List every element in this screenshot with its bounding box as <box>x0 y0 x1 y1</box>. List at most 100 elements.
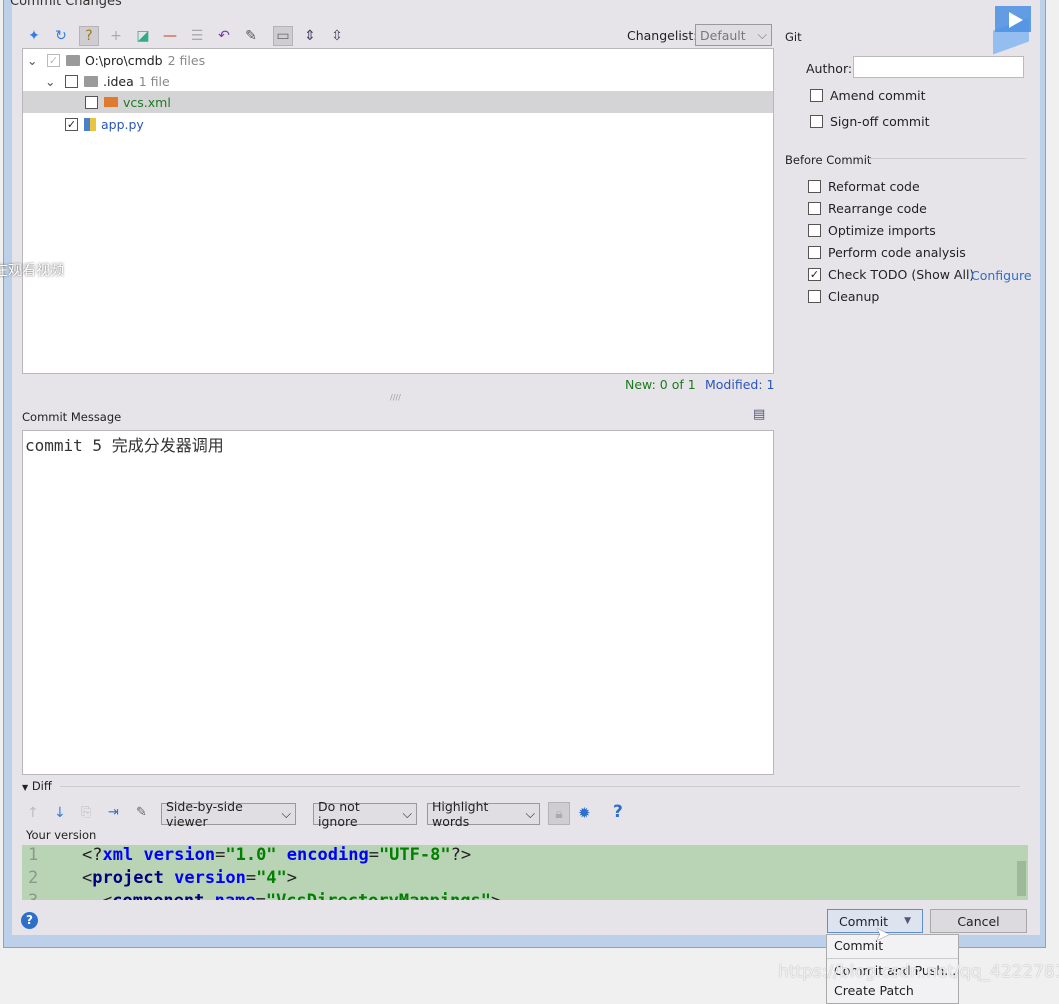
expand-all-icon[interactable]: ⇕ <box>300 26 320 46</box>
diff-icon[interactable]: ✦ <box>24 26 44 46</box>
splitter-handle[interactable]: //// <box>390 393 401 402</box>
lock-icon[interactable]: 🔒︎ <box>548 802 570 825</box>
optimize-imports-checkbox[interactable]: Optimize imports <box>808 223 936 238</box>
checkbox-label: Rearrange code <box>828 201 927 216</box>
checkbox-label: Amend commit <box>830 88 926 103</box>
divider <box>868 158 1026 159</box>
tree-item-label: app.py <box>101 116 144 132</box>
watermark: https://blog.csdn.net/qq_42227818 <box>778 962 1059 982</box>
tree-item-meta: 2 files <box>167 52 206 68</box>
tree-item-app-py[interactable]: ✓ app.py <box>23 113 773 135</box>
triangle-down-icon: ▼ <box>22 783 29 792</box>
changelist-label: Changelist: <box>627 28 698 43</box>
divider <box>827 958 958 959</box>
previous-difference-icon[interactable]: ↑ <box>27 805 39 821</box>
help-button[interactable]: ? <box>21 912 38 929</box>
python-file-icon <box>84 117 96 131</box>
edit-icon[interactable]: ✎ <box>136 805 147 820</box>
changes-tree[interactable]: ⌄ ✓ O:\pro\cmdb 2 files ⌄ .idea 1 file vcs.xm… <box>22 48 774 374</box>
checkbox[interactable]: ✓ <box>47 53 60 67</box>
help-icon[interactable]: ? <box>613 802 623 822</box>
rollback-icon[interactable]: ↶ <box>214 26 234 46</box>
checkbox-label: Cleanup <box>828 289 880 304</box>
diff-toggle[interactable]: ▼ Diff <box>22 779 52 793</box>
unversioned-files-icon[interactable]: ? <box>79 26 99 46</box>
checkbox[interactable]: ✓ <box>65 117 78 131</box>
add-icon[interactable]: + <box>106 26 126 46</box>
code-line: <project version="4"> <box>82 868 298 888</box>
checkbox <box>808 202 821 215</box>
cancel-button[interactable]: Cancel <box>930 909 1027 933</box>
checkbox-label: Check TODO (Show All) <box>828 267 975 282</box>
reformat-code-checkbox[interactable]: Reformat code <box>808 179 920 194</box>
diff-editor[interactable]: 1 2 3 <?xml version="1.0" encoding="UTF-… <box>22 845 1028 900</box>
chevron-down-icon: ⌄ <box>45 73 56 89</box>
edit-source-icon[interactable]: ✎ <box>241 26 261 46</box>
code-analysis-checkbox[interactable]: Perform code analysis <box>808 245 966 260</box>
commit-message-input[interactable]: commit 5 完成分发器调用 <box>22 430 774 775</box>
git-section-label: Git <box>785 30 802 44</box>
chevron-down-icon: ⌵ <box>402 806 412 821</box>
modified-count: Modified: 1 <box>705 377 775 392</box>
tree-item-vcs-xml[interactable]: vcs.xml <box>23 91 773 113</box>
checkbox <box>810 115 823 128</box>
cleanup-checkbox[interactable]: Cleanup <box>808 289 879 304</box>
next-difference-icon[interactable]: ↓ <box>54 805 66 821</box>
dropdown-arrow-icon: ▼ <box>904 916 912 926</box>
tree-item-root[interactable]: ⌄ ✓ O:\pro\cmdb 2 files <box>23 49 773 71</box>
check-todo-checkbox[interactable]: ✓ Check TODO (Show All) <box>808 267 974 282</box>
checkbox <box>808 224 821 237</box>
tree-item-label: vcs.xml <box>123 94 171 110</box>
before-commit-label: Before Commit <box>785 153 872 167</box>
author-label: Author: <box>806 61 853 76</box>
chevron-down-icon: ⌵ <box>525 806 535 821</box>
refresh-icon[interactable]: ↻ <box>51 26 71 46</box>
remove-icon[interactable]: — <box>160 26 180 46</box>
folder-icon <box>66 54 80 66</box>
jump-to-source-icon[interactable]: ⇥ <box>108 805 119 820</box>
viewer-select[interactable]: Side-by-side viewer ⌵ <box>161 799 296 829</box>
checkbox-label: Optimize imports <box>828 223 936 238</box>
scrollbar[interactable] <box>1017 861 1026 896</box>
line-number: 1 <box>28 845 39 865</box>
checkbox-label: Perform code analysis <box>828 245 966 260</box>
message-history-icon[interactable]: ▤ <box>753 407 765 422</box>
tree-item-idea[interactable]: ⌄ .idea 1 file <box>23 70 773 92</box>
checkbox-label: Sign-off commit <box>830 114 930 129</box>
changelist-select[interactable]: Default ⌵ <box>695 24 772 46</box>
collapse-all-icon[interactable]: ⇳ <box>327 26 347 46</box>
checkbox-label: Reformat code <box>828 179 920 194</box>
viewer-value: Side-by-side viewer <box>166 799 243 829</box>
chevron-down-icon: ⌵ <box>281 806 291 821</box>
rearrange-code-checkbox[interactable]: Rearrange code <box>808 201 927 216</box>
gear-icon[interactable]: ✹ <box>578 804 591 822</box>
signoff-commit-checkbox[interactable]: Sign-off commit <box>810 114 930 129</box>
compare-icon[interactable]: ⎘ <box>81 805 91 820</box>
menu-item-create-patch[interactable]: Create Patch <box>834 983 914 998</box>
checkbox[interactable] <box>85 95 98 109</box>
divider <box>60 786 1020 787</box>
group-icon[interactable]: ☰ <box>187 26 207 46</box>
checkbox: ✓ <box>808 268 821 281</box>
move-to-changelist-icon[interactable]: ◪ <box>133 26 153 46</box>
video-overlay-text: 在观看视频 <box>0 263 64 279</box>
show-folders-icon[interactable]: ▭ <box>273 26 293 46</box>
code-line: <?xml version="1.0" encoding="UTF-8"?> <box>82 845 472 865</box>
line-number: 3 <box>28 891 38 900</box>
code-line: <component name="VcsDirectoryMappings"> <box>102 891 501 900</box>
author-input[interactable] <box>853 56 1024 78</box>
xml-file-icon <box>104 97 118 107</box>
amend-commit-checkbox[interactable]: Amend commit <box>810 88 926 103</box>
configure-link[interactable]: Configure <box>971 268 1032 283</box>
highlight-select[interactable]: Highlight words ⌵ <box>427 799 540 829</box>
chevron-down-icon: ⌄ <box>27 52 38 68</box>
checkbox[interactable] <box>65 74 78 88</box>
checkbox <box>808 290 821 303</box>
highlight-value: Highlight words <box>432 799 489 829</box>
window-title: Commit Changes <box>10 0 122 9</box>
diff-label: Diff <box>31 779 52 793</box>
tree-item-label: .idea <box>103 73 134 89</box>
changelist-value: Default <box>700 27 746 43</box>
ignore-value: Do not ignore <box>318 799 360 829</box>
ignore-select[interactable]: Do not ignore ⌵ <box>313 799 417 829</box>
